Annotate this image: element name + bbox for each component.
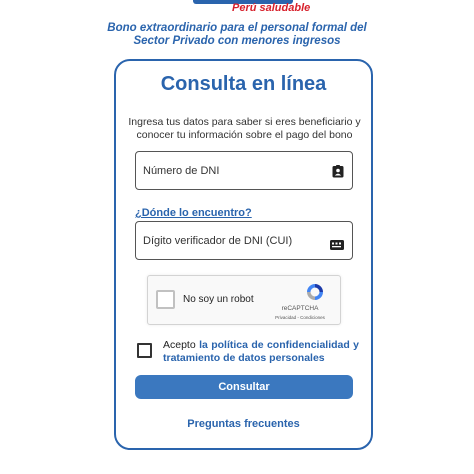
dni-input[interactable] (136, 152, 352, 189)
recaptcha-privacy-links[interactable]: Privacidad - Condiciones (268, 315, 332, 320)
page-header: Bono extraordinario para el personal for… (60, 22, 414, 48)
logo-tagline: Perú saludable (232, 2, 311, 14)
recaptcha-brand: reCAPTCHA (281, 305, 319, 312)
recaptcha-widget: No soy un robot reCAPTCHA Privacidad - C… (147, 275, 341, 325)
header-line-1: Bono extraordinario para el personal for… (107, 22, 367, 34)
consent-prefix: Acepto (163, 339, 196, 351)
card-desc-line-1: Ingresa tus datos para saber si eres ben… (128, 116, 361, 128)
id-card-icon (330, 237, 344, 250)
where-to-find-link[interactable]: ¿Dónde lo encuentro? (135, 207, 252, 219)
consent-text: Acepto la política de confidencialidad y… (163, 339, 359, 364)
cui-input[interactable] (136, 222, 352, 259)
top-logo: Perú saludable (0, 0, 474, 16)
consent-row: Acepto la política de confidencialidad y… (137, 339, 359, 369)
header-line-2: Sector Privado con menores ingresos (133, 35, 341, 47)
card-description: Ingresa tus datos para saber si eres ben… (126, 116, 363, 142)
recaptcha-label: No soy un robot (183, 294, 254, 305)
card-title: Consulta en línea (160, 73, 327, 95)
consultar-button[interactable]: Consultar (135, 375, 353, 399)
consent-checkbox[interactable] (137, 343, 152, 358)
cui-field[interactable] (135, 221, 353, 260)
consulta-card: Consulta en línea Ingresa tus datos para… (114, 59, 373, 450)
recaptcha-checkbox[interactable] (156, 290, 175, 309)
dni-field[interactable] (135, 151, 353, 190)
id-badge-icon (332, 165, 344, 178)
card-desc-line-2: conocer tu información sobre el pago del… (136, 129, 353, 141)
recaptcha-icon (305, 282, 325, 302)
faq-link[interactable]: Preguntas frecuentes (116, 418, 371, 430)
